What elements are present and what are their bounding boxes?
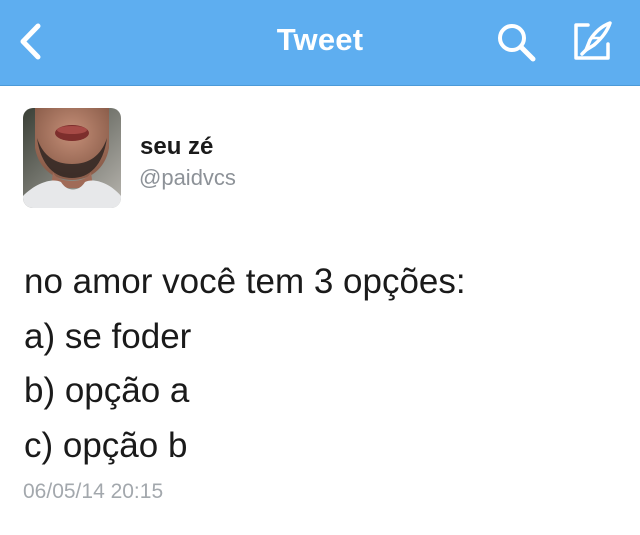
tweet-line: c) opção b — [24, 425, 188, 465]
search-button[interactable] — [494, 20, 540, 66]
author-display-name[interactable]: seu zé — [140, 133, 213, 161]
search-icon — [498, 24, 536, 62]
top-navigation-bar: Tweet — [0, 0, 640, 86]
avatar[interactable] — [23, 108, 121, 208]
compose-tweet-button[interactable] — [568, 18, 618, 64]
tweet-text: no amor você tem 3 opções: a) se foder b… — [24, 255, 624, 473]
tweet-line: no amor você tem 3 opções: — [24, 262, 466, 301]
tweet-line: b) opção a — [24, 371, 190, 410]
author-handle[interactable]: @paidvcs — [139, 165, 236, 191]
compose-tweet-icon — [574, 21, 612, 60]
tweet-timestamp: 06/05/14 20:15 — [23, 480, 164, 503]
tweet-line: a) se foder — [24, 316, 192, 356]
avatar-photo — [23, 108, 121, 208]
page-title: Tweet — [276, 22, 364, 57]
